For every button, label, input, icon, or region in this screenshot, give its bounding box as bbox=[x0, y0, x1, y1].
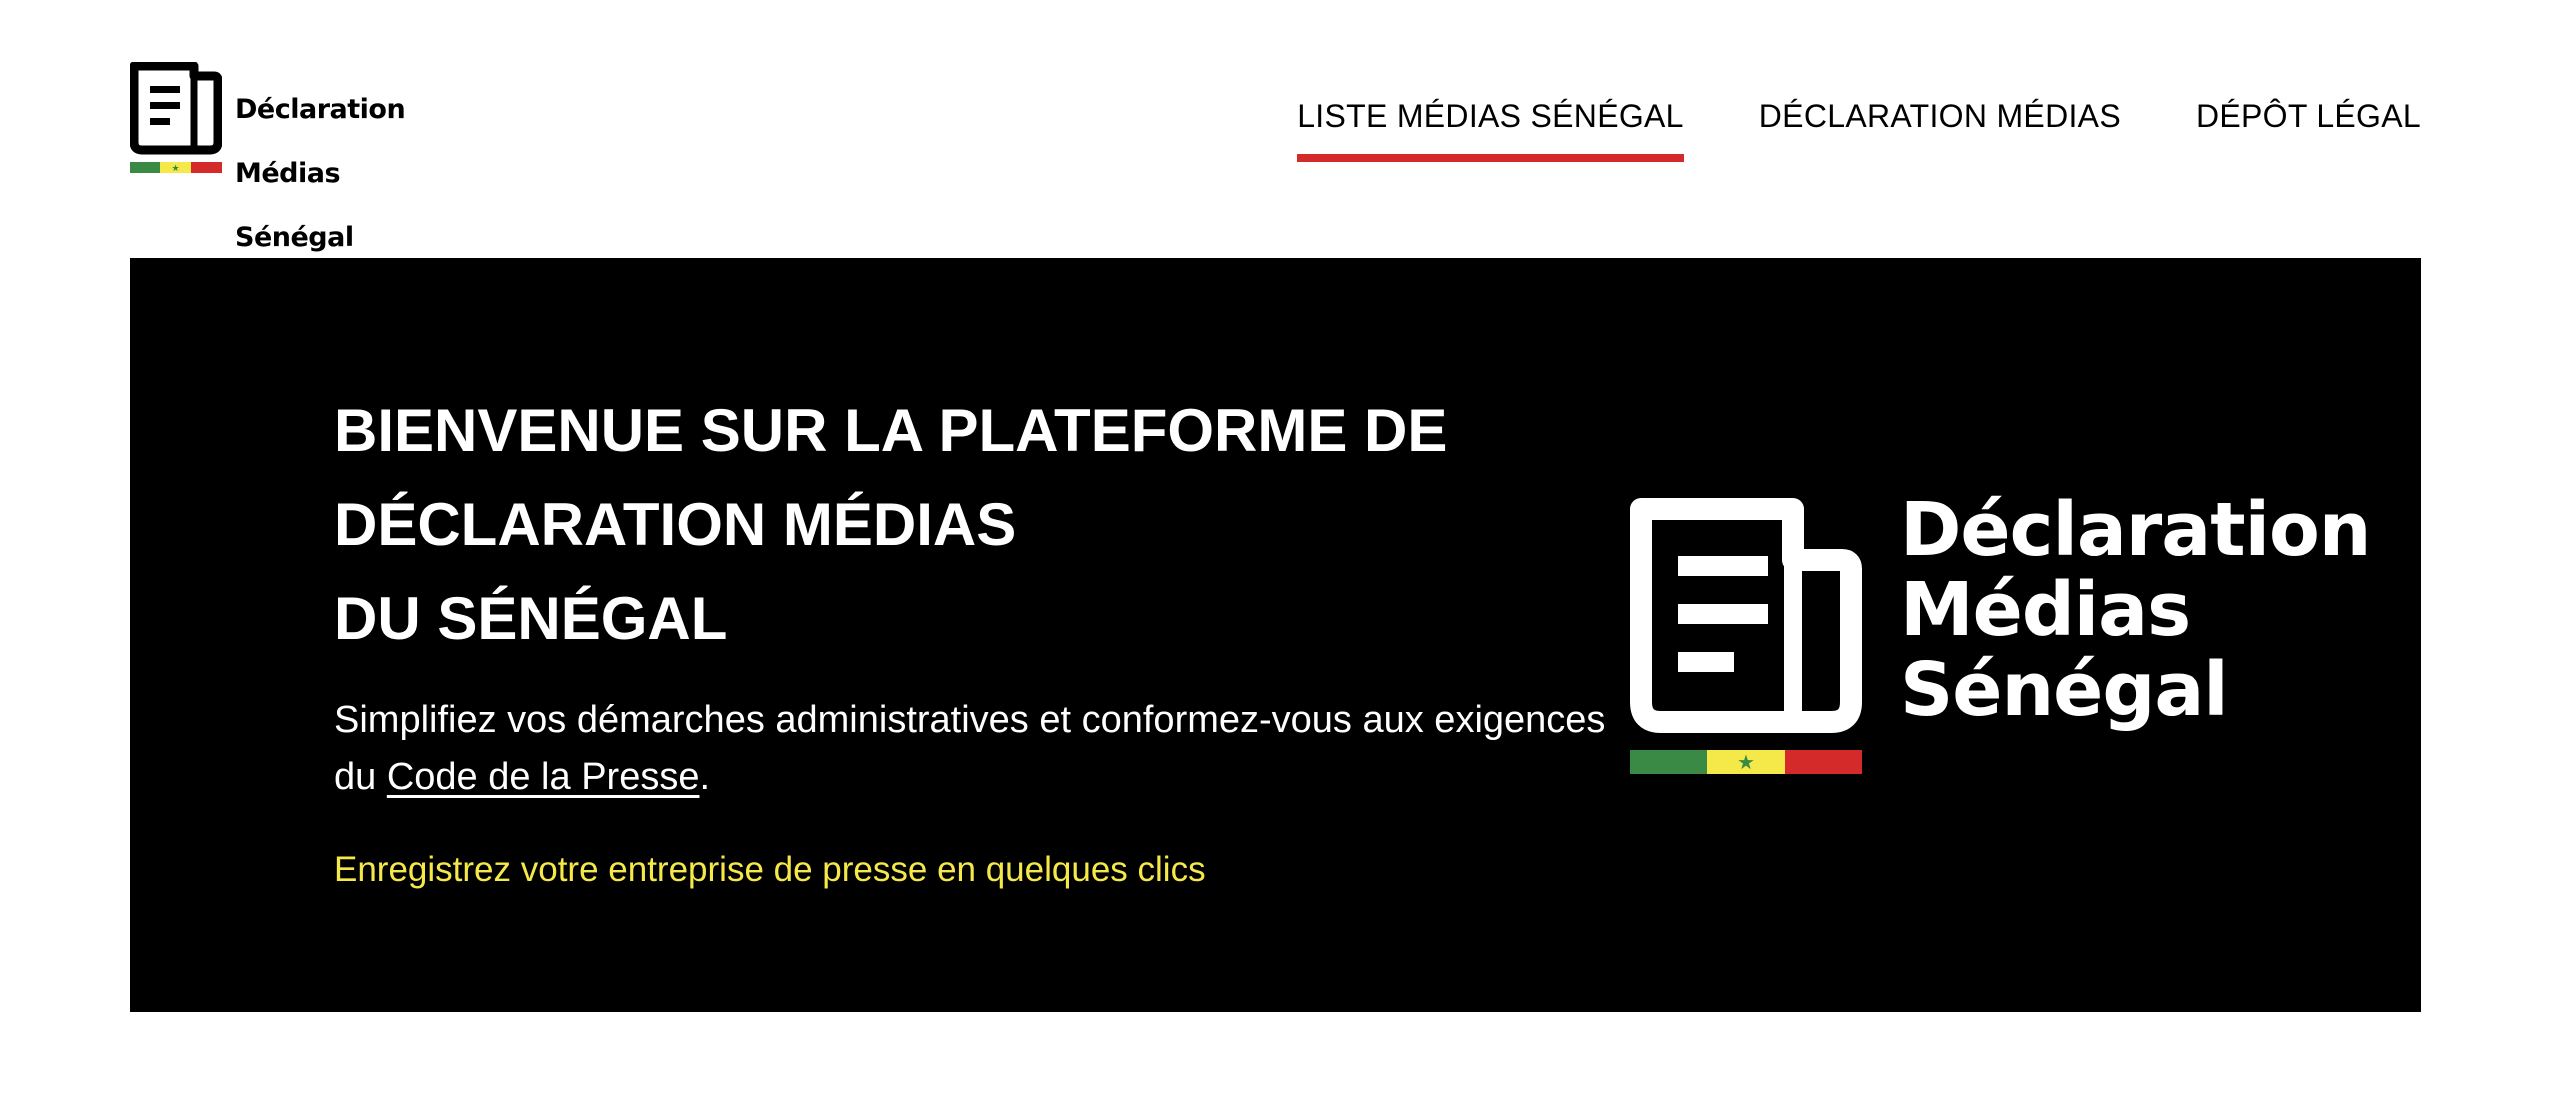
hero-logo: ★ Déclaration Médias Sénégal bbox=[1630, 490, 2371, 778]
hero-title-line-2: DÉCLARATION MÉDIAS bbox=[334, 491, 1017, 558]
logo-line-2: Médias bbox=[235, 158, 341, 189]
nav-liste-medias[interactable]: LISTE MÉDIAS SÉNÉGAL bbox=[1297, 96, 1684, 162]
hero-logo-line-2: Médias bbox=[1900, 567, 2191, 653]
main-nav: LISTE MÉDIAS SÉNÉGAL DÉCLARATION MÉDIAS … bbox=[1297, 96, 2421, 162]
hero-logo-wordmark: Déclaration Médias Sénégal bbox=[1900, 487, 2371, 733]
logo-line-1: Déclaration bbox=[235, 94, 406, 125]
logo-line-3: Sénégal bbox=[235, 222, 354, 253]
newspaper-icon: ★ bbox=[1630, 498, 1862, 774]
hero-logo-line-1: Déclaration bbox=[1900, 487, 2371, 573]
hero-subtitle-end: . bbox=[699, 756, 711, 798]
svg-text:★: ★ bbox=[1737, 752, 1755, 774]
site-header: ★ Déclaration Médias Sénégal LISTE MÉDIA… bbox=[0, 0, 2560, 258]
svg-text:★: ★ bbox=[171, 163, 179, 173]
hero-cta-text: Enregistrez votre entreprise de presse e… bbox=[334, 850, 1206, 889]
hero-title: BIENVENUE SUR LA PLATEFORME DE DÉCLARATI… bbox=[334, 384, 1634, 666]
newspaper-icon: ★ bbox=[130, 62, 222, 173]
hero-logo-line-3: Sénégal bbox=[1900, 647, 2229, 733]
hero-title-line-3: DU SÉNÉGAL bbox=[334, 585, 728, 652]
site-logo[interactable]: ★ Déclaration Médias Sénégal bbox=[130, 62, 430, 253]
nav-declaration-medias[interactable]: DÉCLARATION MÉDIAS bbox=[1759, 96, 2121, 136]
logo-wordmark: Déclaration Médias Sénégal bbox=[235, 62, 406, 286]
hero-banner: BIENVENUE SUR LA PLATEFORME DE DÉCLARATI… bbox=[130, 258, 2421, 1012]
hero-subtitle: Simplifiez vos démarches administratives… bbox=[334, 692, 1614, 806]
hero-title-line-1: BIENVENUE SUR LA PLATEFORME DE bbox=[334, 397, 1448, 464]
code-presse-link[interactable]: Code de la Presse bbox=[387, 756, 700, 798]
nav-depot-legal[interactable]: DÉPÔT LÉGAL bbox=[2196, 96, 2421, 136]
